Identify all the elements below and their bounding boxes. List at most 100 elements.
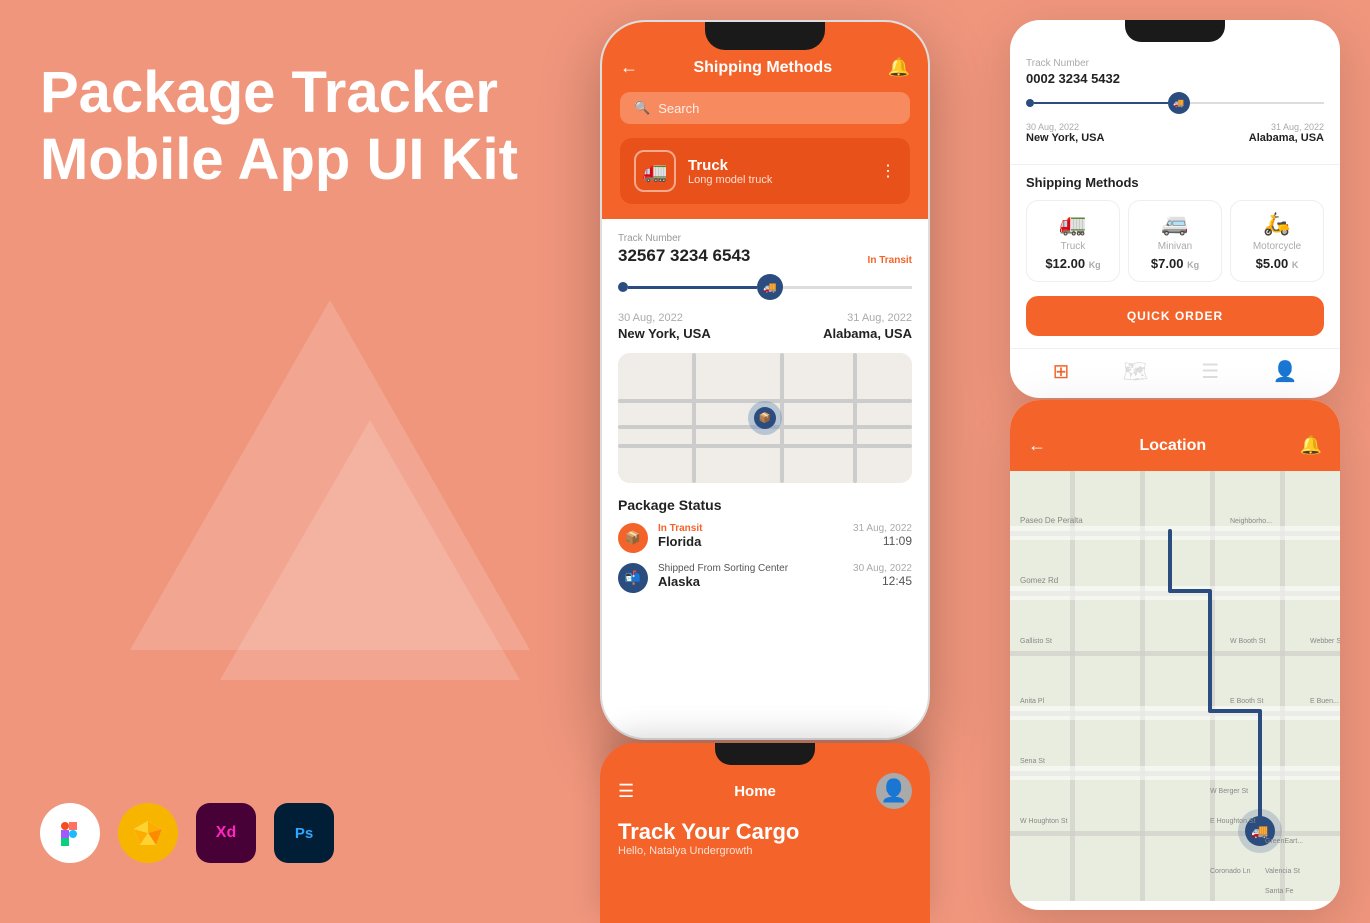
svg-text:W Houghton St: W Houghton St [1020,818,1068,825]
title-line2: Mobile App UI Kit [40,127,518,192]
status-top-row-0: In Transit 31 Aug, 2022 [658,523,912,534]
svg-text:Gomez Rd: Gomez Rd [1020,576,1058,585]
track-number: 32567 3234 6543 [618,246,750,266]
search-icon: 🔍 [634,100,650,116]
mini-route: 30 Aug, 2022 New York, USA 31 Aug, 2022 … [1026,122,1324,144]
location-back-icon[interactable]: ← [1028,435,1046,456]
location-map: 🚚 Paseo De Peralta Neighborho... Gomez R… [1010,471,1340,901]
center-phone-screen: ← Shipping Methods 🔔 🔍 Search 🚛 Truck Lo… [602,22,928,738]
method-truck-icon: 🚛 [1035,211,1111,237]
status-item-0: 📦 In Transit 31 Aug, 2022 Florida 11:09 [618,523,912,553]
svg-text:Sena St: Sena St [1020,758,1045,765]
right-bottom-panel: ← Location 🔔 [1010,400,1340,910]
svg-text:Coronado Ln: Coronado Ln [1210,868,1251,875]
back-icon[interactable]: ← [620,57,638,78]
track-block: Track Number 32567 3234 6543 [618,233,750,266]
status-date-0: 31 Aug, 2022 [853,523,912,534]
right-top-header: Track Number 0002 3234 5432 🚚 30 Aug, 20… [1010,50,1340,165]
svg-text:W Booth St: W Booth St [1230,638,1265,645]
method-truck-name: Truck [1035,241,1111,252]
more-icon[interactable]: ⋮ [880,161,896,181]
timeline-line-filled [628,286,757,289]
timeline-bar: 🚚 [618,274,912,300]
route-row: 30 Aug, 2022 New York, USA 31 Aug, 2022 … [618,312,912,341]
figma-svg [55,818,85,848]
map-road-h3 [618,444,912,448]
method-minivan-name: Minivan [1137,241,1213,252]
location-bell-icon[interactable]: 🔔 [1300,435,1322,456]
search-bar[interactable]: 🔍 Search [620,92,910,124]
pkg-status-title: Package Status [618,497,912,513]
status-top-row-1: Shipped From Sorting Center 30 Aug, 2022 [658,563,912,574]
home-sub: Hello, Natalya Undergrowth [618,845,912,857]
svg-text:W Berger St: W Berger St [1210,788,1248,795]
method-motorcycle[interactable]: 🛵 Motorcycle $5.00 K [1230,200,1324,282]
home-title: Home [734,783,776,800]
method-truck[interactable]: 🚛 Truck $12.00 Kg [1026,200,1120,282]
city-from: New York, USA [618,326,711,341]
truck-name: Truck [688,157,868,174]
tracking-number-label: Track Number [1026,58,1324,69]
status-info-1: Shipped From Sorting Center 30 Aug, 2022… [658,563,912,589]
track-header-row: Track Number 32567 3234 6543 In Transit [618,233,912,266]
center-screen-header: ← Shipping Methods 🔔 🔍 Search 🚛 Truck Lo… [602,22,928,219]
status-label-intransit: In Transit [658,523,702,534]
mini-line-filled [1034,102,1168,104]
title-line1: Package Tracker [40,60,498,125]
nav-map-icon[interactable]: 🗺 [1123,359,1148,384]
date-to: 31 Aug, 2022 [823,312,912,324]
tracking-number-value: 0002 3234 5432 [1026,71,1324,86]
header-row: ← Shipping Methods 🔔 [620,57,910,78]
method-minivan-price: $7.00 Kg [1137,256,1213,271]
status-label-shipped: Shipped From Sorting Center [658,563,788,574]
svg-text:Neighborho...: Neighborho... [1230,518,1272,525]
nav-user-icon[interactable]: 👤 [1272,359,1297,384]
hamburger-icon[interactable]: ☰ [618,781,634,802]
mini-timeline: 🚚 [1026,92,1324,114]
track-label: Track Number [618,233,750,244]
city-to: Alabama, USA [823,326,912,341]
method-truck-price: $12.00 Kg [1035,256,1111,271]
figma-icon [40,803,100,863]
sketch-svg [132,819,164,847]
center-phone: ← Shipping Methods 🔔 🔍 Search 🚛 Truck Lo… [600,20,930,740]
map-road-v1 [692,353,696,483]
svg-text:Santa Fe: Santa Fe [1265,888,1294,895]
sketch-icon [118,803,178,863]
mini-truck-pos: 🚚 [1168,92,1190,114]
center-phone-notch [705,22,825,50]
mini-city-from: New York, USA [1026,132,1104,144]
status-icon-shipped: 📬 [618,563,648,593]
method-motorcycle-price: $5.00 K [1239,256,1315,271]
user-avatar[interactable]: 👤 [876,773,912,809]
map-road-v3 [853,353,857,483]
nav-list-icon[interactable]: ☰ [1201,359,1219,384]
map-area: 📦 [618,353,912,483]
status-location-0: Florida [658,534,701,549]
mini-city-to: Alabama, USA [1249,132,1324,144]
in-transit-badge: In Transit [868,255,912,266]
quick-order-button[interactable]: QUICK ORDER [1026,296,1324,336]
location-title: Location [1139,437,1206,455]
svg-text:E Houghton St: E Houghton St [1210,818,1256,825]
method-minivan[interactable]: 🚐 Minivan $7.00 Kg [1128,200,1222,282]
status-time-1: 12:45 [882,574,912,589]
search-placeholder: Search [658,101,699,116]
svg-text:Valencia St: Valencia St [1265,868,1300,875]
mini-date-from: 30 Aug, 2022 [1026,122,1104,132]
svg-text:Paseo De Peralta: Paseo De Peralta [1020,516,1083,525]
mini-line-empty [1190,102,1324,104]
status-location-1: Alaska [658,574,700,589]
mini-dot [1026,99,1034,107]
shipping-methods-title: Shipping Methods [1010,175,1340,190]
status-time-0: 11:09 [883,534,912,549]
svg-text:GreenEart...: GreenEart... [1265,838,1303,845]
mini-route-to: 31 Aug, 2022 Alabama, USA [1249,122,1324,144]
truck-card[interactable]: 🚛 Truck Long model truck ⋮ [620,138,910,204]
nav-grid-icon[interactable]: ⊞ [1053,359,1070,384]
bottom-phone: ☰ Home 👤 Track Your Cargo Hello, Natalya… [600,743,930,923]
svg-text:E Booth St: E Booth St [1230,698,1264,705]
mini-date-to: 31 Aug, 2022 [1249,122,1324,132]
map-pin-inner: 📦 [754,407,776,429]
bell-icon[interactable]: 🔔 [888,57,910,78]
